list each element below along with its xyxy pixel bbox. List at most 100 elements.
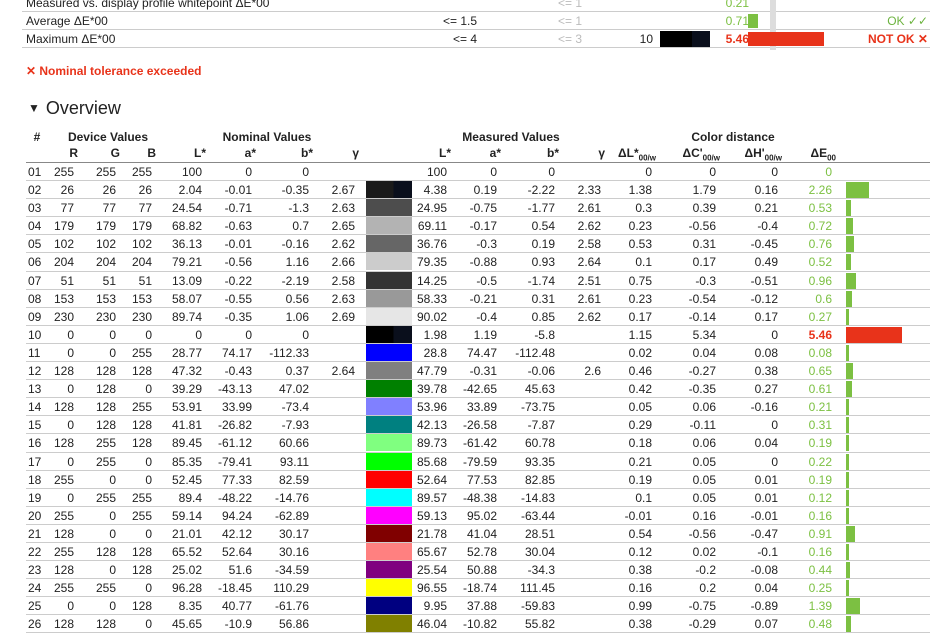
- cell-mb: 0: [548, 165, 555, 179]
- cell-dc: -0.27: [688, 364, 716, 379]
- patch-number: 18: [28, 472, 42, 487]
- cell-ma: -0.5: [476, 273, 497, 288]
- cell-r: 102: [53, 237, 74, 252]
- cell-de: 0.72: [808, 219, 832, 234]
- delta-e-bar: [846, 399, 849, 416]
- cell-g: 179: [95, 219, 116, 234]
- table-row: 22 255 128 128 65.52 52.64 30.16 65.67 52.78 30.0…: [26, 542, 930, 562]
- cell-ma: 95.02: [466, 508, 497, 523]
- cell-mb: 45.63: [524, 382, 555, 397]
- cell-r: 255: [53, 508, 74, 523]
- patch-number: 17: [28, 454, 42, 469]
- summary-row: Measured vs. display profile whitepoint …: [22, 0, 930, 14]
- cell-na: -79.41: [217, 454, 252, 469]
- patch-number: 19: [28, 490, 42, 505]
- cell-ml: 9.95: [423, 599, 447, 614]
- table-row: 01 255 255 255 100 0 0 100 0 0 0 0 0 0: [26, 163, 930, 182]
- patch-number: 14: [28, 400, 42, 415]
- cell-r: 0: [67, 382, 74, 397]
- cell-dh: -0.12: [750, 291, 778, 306]
- cell-ng: 2.64: [331, 364, 355, 379]
- table-group-header: # Device Values Nominal Values Measured Val…: [26, 129, 930, 145]
- group-header: Color distance: [691, 130, 775, 144]
- cell-dl: -0.01: [624, 508, 652, 523]
- summary-recommended-tolerance: <= 3: [557, 32, 582, 46]
- cell-nl: 89.45: [171, 436, 202, 451]
- cell-na: 74.17: [221, 345, 252, 360]
- cell-nb: 82.59: [278, 472, 309, 487]
- cell-nb: 0: [302, 327, 309, 342]
- cell-dh: 0.21: [754, 201, 778, 216]
- cell-r: 0: [67, 599, 74, 614]
- cell-nb: -112.33: [269, 345, 309, 360]
- cell-ma: -0.88: [469, 255, 497, 270]
- patch-swatch: [366, 217, 412, 235]
- cell-ma: -0.21: [469, 291, 497, 306]
- cell-de: 0.27: [808, 309, 832, 324]
- cell-ng: 2.63: [331, 291, 355, 306]
- cell-ma: 1.19: [473, 327, 497, 342]
- cell-dh: 0: [771, 418, 778, 433]
- cell-ml: 100: [426, 165, 447, 179]
- cell-dl: 0.1: [635, 490, 652, 505]
- cell-nl: 59.14: [171, 508, 202, 523]
- cell-r: 77: [60, 201, 74, 216]
- cell-dl: 0.46: [628, 364, 652, 379]
- cell-dh: 0: [771, 454, 778, 469]
- table-row: 09 230 230 230 89.74 -0.35 1.06 2.69 90.02 -0.4 0.…: [26, 307, 930, 326]
- cell-nl: 79.21: [171, 255, 202, 270]
- cell-dh: 0.01: [754, 472, 778, 487]
- cell-nl: 47.32: [171, 364, 202, 379]
- patch-swatch: [366, 271, 412, 289]
- cell-mb: 55.82: [524, 617, 555, 632]
- cell-ma: 0.19: [473, 183, 497, 198]
- cell-ml: 53.96: [416, 400, 447, 415]
- cell-mg: 2.62: [577, 309, 601, 324]
- patch-swatch: [366, 398, 412, 416]
- cell-ma: 52.78: [466, 544, 497, 559]
- cell-dl: 0.12: [628, 544, 652, 559]
- cell-mb: -14.83: [520, 490, 555, 505]
- cell-nl: 52.45: [171, 472, 202, 487]
- cell-mg: 2.58: [577, 237, 601, 252]
- cell-g: 153: [95, 291, 116, 306]
- cell-dh: 0.04: [754, 581, 778, 596]
- summary-recommended-tolerance: <= 1: [557, 0, 582, 10]
- overview-section-toggle[interactable]: ▼ Overview: [28, 98, 121, 119]
- cell-b: 0: [145, 526, 152, 541]
- cell-na: 40.77: [221, 599, 252, 614]
- cell-mb: -7.87: [527, 418, 555, 433]
- cell-ng: 2.65: [331, 219, 355, 234]
- cell-dc: 0.04: [692, 345, 716, 360]
- cell-g: 0: [109, 599, 116, 614]
- cell-ma: -0.4: [476, 309, 497, 324]
- patch-number: 10: [28, 327, 42, 342]
- cell-dc: 0: [709, 165, 716, 179]
- cell-na: -0.01: [224, 183, 252, 198]
- cell-ma: -48.38: [462, 490, 497, 505]
- cell-ml: 42.13: [416, 418, 447, 433]
- cell-r: 230: [53, 309, 74, 324]
- cell-ml: 89.73: [416, 436, 447, 451]
- cell-g: 255: [95, 490, 116, 505]
- cell-mg: 2.61: [577, 201, 601, 216]
- cell-dc: -0.35: [688, 382, 716, 397]
- patch-swatch: [366, 380, 412, 398]
- cell-na: -61.12: [217, 436, 252, 451]
- cell-ml: 59.13: [416, 508, 447, 523]
- cell-na: -0.63: [224, 219, 252, 234]
- patch-swatch: [366, 470, 412, 488]
- cell-de: 0.96: [808, 273, 832, 288]
- summary-delta-bar: [748, 32, 824, 46]
- cell-dc: -0.56: [688, 219, 716, 234]
- cell-de: 0.31: [808, 418, 832, 433]
- cell-nb: -7.93: [281, 418, 309, 433]
- cell-g: 128: [95, 544, 116, 559]
- delta-e-bar: [846, 562, 851, 579]
- cell-ma: -0.3: [476, 237, 497, 252]
- cell-dc: -0.2: [695, 563, 716, 578]
- cell-nb: 60.66: [278, 436, 309, 451]
- cell-ml: 65.67: [416, 544, 447, 559]
- cell-dc: 5.34: [692, 327, 716, 342]
- table-row: 17 0 255 0 85.35 -79.41 93.11 85.68 -79.59 93.35 0…: [26, 452, 930, 471]
